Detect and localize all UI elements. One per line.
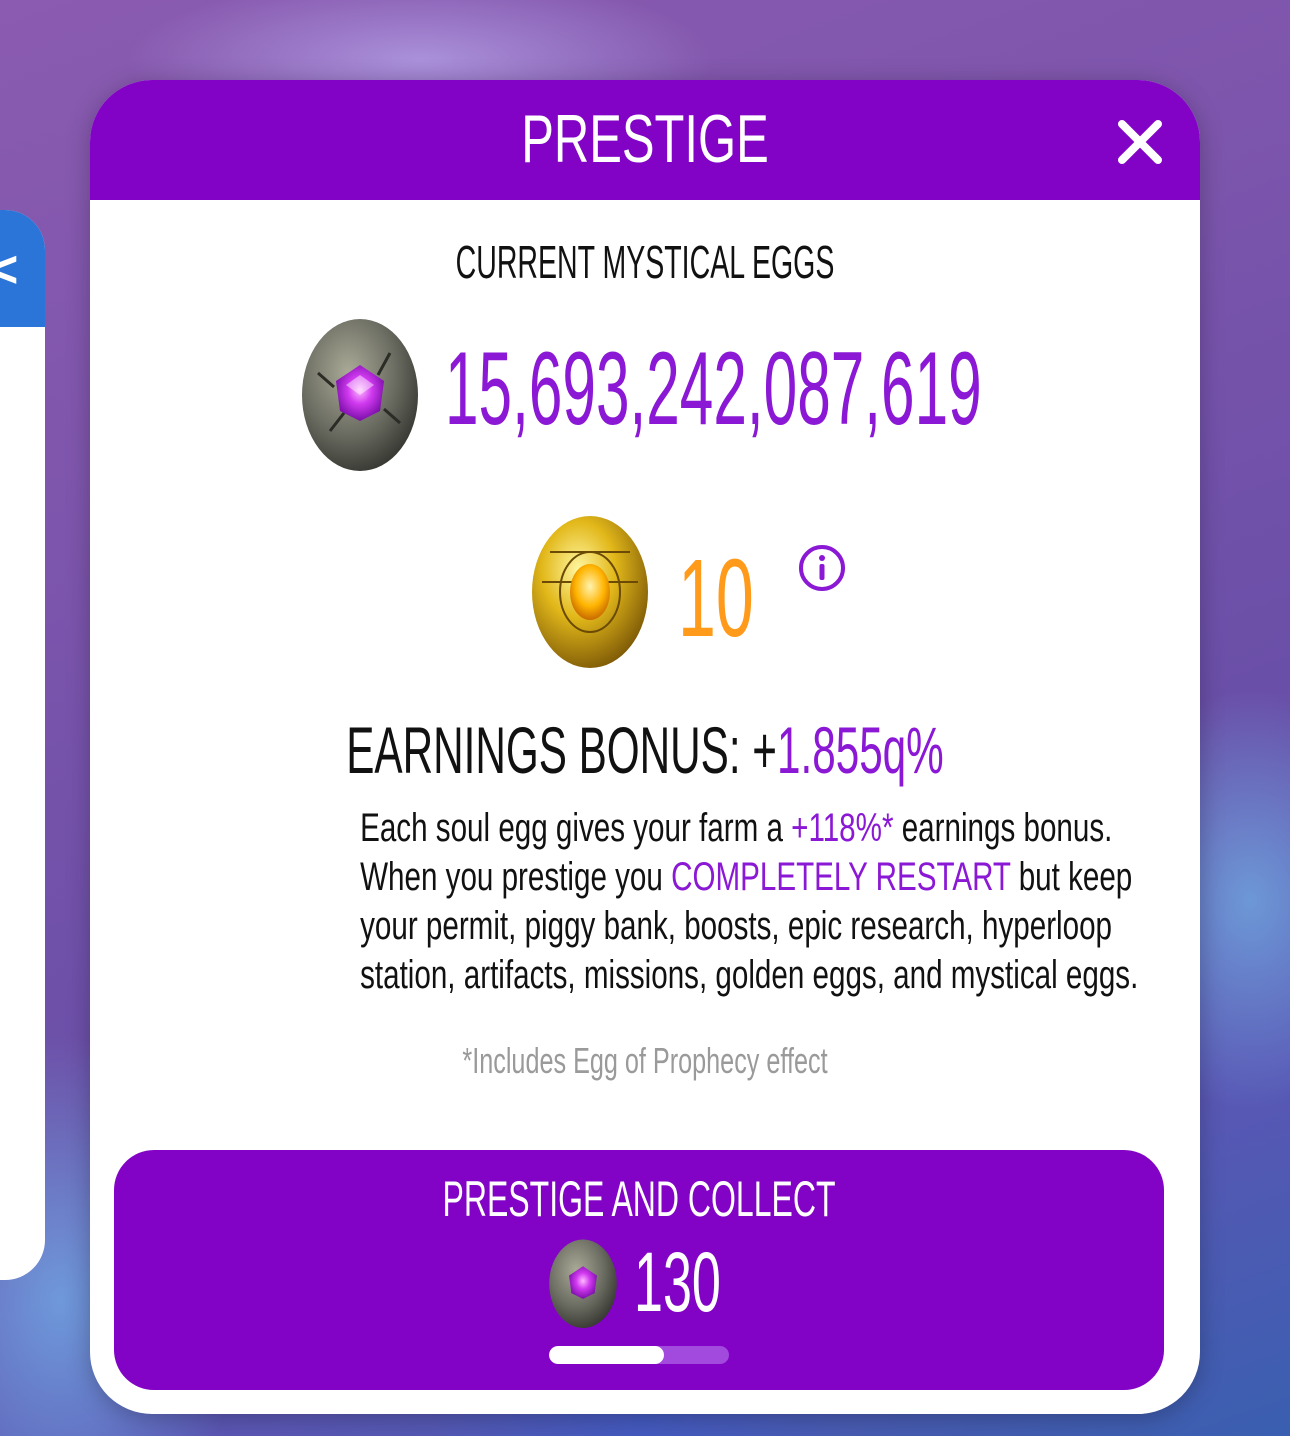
prestige-description: Each soul egg gives your farm a +118%* e… [260,804,1139,1000]
footnote: *Includes Egg of Prophecy effect [462,1040,828,1081]
description-text: Each soul egg gives your farm a [360,806,792,850]
info-icon[interactable] [798,544,846,592]
description-line-4: station, artifacts, missions, golden egg… [360,953,1139,997]
description-text: When you prestige you [360,855,672,899]
restart-warning: COMPLETELY RESTART [671,855,1011,899]
description-text: but keep [1010,855,1133,899]
soul-egg-bonus: +118%* [791,806,894,850]
description-line-2: When you prestige you COMPLETELY RESTART… [360,853,1132,902]
current-eggs-label: CURRENT MYSTICAL EGGS [455,236,835,288]
collect-amount: 130 [634,1235,721,1329]
collect-progress-bar [549,1346,729,1364]
close-icon [1118,120,1162,164]
soul-egg-icon [302,319,418,471]
golden-egg-icon [532,516,648,668]
modal-header: PRESTIGE [90,80,1200,200]
golden-egg-count: 10 [678,537,754,660]
description-line-1: Each soul egg gives your farm a +118%* e… [360,804,1112,853]
earnings-bonus: EARNINGS BONUS: +1.855q% [290,712,1000,788]
side-panel-glyph: < [0,241,19,299]
description-line-3: your permit, piggy bank, boosts, epic re… [360,904,1113,948]
collect-progress-fill [549,1346,665,1364]
soul-egg-count: 15,693,242,087,619 [445,331,982,447]
earnings-bonus-value: 1.855q% [776,713,944,787]
earnings-bonus-label: EARNINGS BONUS: + [346,713,777,787]
background-side-panel: < [0,210,45,1280]
prestige-and-collect-button[interactable]: PRESTIGE AND COLLECT 130 [114,1150,1164,1390]
prestige-modal: PRESTIGE CURRENT MYSTICAL EGGS 15,693,24 [90,80,1200,1414]
modal-title: PRESTIGE [521,101,769,177]
collect-button-label: PRESTIGE AND COLLECT [442,1171,836,1227]
soul-egg-icon [549,1239,617,1328]
description-text: earnings bonus. [893,806,1113,850]
close-button[interactable] [1114,116,1166,168]
side-panel-header[interactable]: < [0,210,45,327]
